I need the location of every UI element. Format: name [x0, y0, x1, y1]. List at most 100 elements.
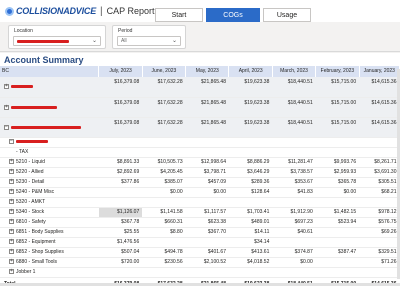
cell-value: $623.38 [185, 217, 229, 228]
cell-value: $576.75 [359, 217, 400, 228]
tab-start[interactable]: Start [155, 8, 203, 22]
location-row: − $16,379.08 $17,632.28 $21,865.48 $19,6… [0, 117, 400, 138]
expand-icon[interactable]: + [9, 258, 14, 264]
cell-value: $16,379.08 [98, 77, 143, 98]
expand-icon[interactable]: + [9, 228, 14, 234]
matrix-header-row: BC July, 2023 June, 2023 May, 2023 April… [0, 66, 400, 77]
expand-icon[interactable]: + [9, 268, 14, 274]
cell-value-hover[interactable]: $1,126.07 [98, 207, 143, 218]
column-header-month[interactable]: March, 2023 [272, 66, 317, 77]
cell-value [359, 267, 400, 278]
jobber-row: + Jobber 1 [0, 267, 400, 278]
column-header-month[interactable]: April, 2023 [228, 66, 273, 77]
cell-value: $978.12 [359, 207, 400, 218]
column-header-month[interactable]: June, 2023 [142, 66, 187, 77]
location-dropdown[interactable]: ⌄ [13, 36, 101, 46]
column-header-month[interactable]: February, 2023 [315, 66, 360, 77]
cell-value: $1,476.56 [98, 237, 143, 248]
expand-icon[interactable]: + [9, 218, 14, 224]
cell-value [98, 197, 143, 208]
cell-value: $365.78 [315, 177, 360, 188]
cell-value: $4,018.52 [228, 257, 273, 268]
row-label: + [0, 77, 99, 98]
cell-value: $16,379.08 [98, 117, 143, 138]
expand-icon[interactable]: + [9, 238, 14, 244]
cell-value: $720.00 [98, 257, 143, 268]
cell-value: $507.04 [98, 247, 143, 258]
cell-value: $9,993.76 [315, 157, 360, 168]
expand-icon[interactable]: + [9, 178, 14, 184]
account-summary-panel: Account Summary BC July, 2023 June, 2023… [0, 53, 400, 286]
cell-value: $374.87 [272, 247, 316, 258]
cell-value [142, 237, 186, 248]
account-row: +5240 - P&M Misc $0.00 $0.00 $128.64 $41.83 $… [0, 187, 400, 198]
cell-value: $387.47 [315, 247, 360, 258]
cell-value: $289.36 [228, 177, 273, 188]
cell-value [315, 257, 360, 268]
cell-value: $14.11 [228, 227, 273, 238]
column-header-bc[interactable]: BC [0, 66, 100, 77]
cell-value [228, 197, 273, 208]
cell-value: $401.67 [185, 247, 229, 258]
cell-value [228, 267, 273, 278]
collapse-icon[interactable]: − [4, 124, 9, 130]
cell-value: $1,117.57 [185, 207, 229, 218]
logo-icon [5, 6, 14, 16]
cell-value: $8,891.33 [98, 157, 143, 168]
column-header-month[interactable]: July, 2023 [98, 66, 143, 77]
location-row: + $16,379.08 $17,632.28 $21,865.48 $19,6… [0, 97, 400, 118]
column-header-month[interactable]: January, 2023 [359, 66, 400, 77]
expand-icon[interactable]: + [9, 188, 14, 194]
cell-value: $3,691.30 [359, 167, 400, 178]
collapse-icon[interactable]: − [9, 138, 14, 144]
row-label: − [0, 137, 99, 148]
expand-icon[interactable]: + [9, 198, 14, 204]
column-header-month[interactable]: May, 2023 [185, 66, 230, 77]
report-title: CAP Report [106, 6, 155, 16]
cell-value: $68.21 [359, 187, 400, 198]
cell-value [185, 137, 229, 148]
tab-usage[interactable]: Usage [263, 8, 311, 22]
expand-icon[interactable]: + [9, 168, 14, 174]
cell-value [315, 147, 360, 158]
cell-value [359, 237, 400, 248]
period-dropdown[interactable]: All ⌄ [117, 36, 181, 46]
cell-value: $128.64 [228, 187, 273, 198]
cell-value: $494.78 [142, 247, 186, 258]
cell-value: $523.94 [315, 217, 360, 228]
cell-value: $0.00 [185, 187, 229, 198]
cell-value [315, 237, 360, 248]
cell-value: $15,715.00 [315, 117, 360, 138]
cell-value [315, 227, 360, 238]
expand-icon[interactable]: + [9, 248, 14, 254]
expand-icon[interactable]: + [9, 208, 14, 214]
cell-value: $367.78 [98, 217, 143, 228]
cell-value [98, 267, 143, 278]
cell-value: $19,623.38 [228, 77, 273, 98]
logo-text: COLLISIONADVICE [16, 6, 97, 16]
cell-value: $15,715.00 [315, 97, 360, 118]
sublocation-row: − [0, 137, 400, 148]
account-name: +5230 - Detail [0, 177, 99, 188]
chevron-down-icon: ⌄ [171, 38, 177, 44]
expand-icon[interactable]: + [4, 84, 9, 90]
account-row: +5230 - Detail $377.86 $385.07 $457.09 $289.… [0, 177, 400, 188]
account-name: +5340 - Stock [0, 207, 99, 218]
redacted-label [11, 125, 81, 129]
cell-value [272, 137, 316, 148]
account-name: +5320 - AMKT [0, 197, 99, 208]
cell-value [315, 197, 360, 208]
cell-value: $1,141.58 [142, 207, 186, 218]
cell-value: $11,281.47 [272, 157, 316, 168]
expand-icon[interactable]: + [4, 104, 9, 110]
cell-value: $230.56 [142, 257, 186, 268]
cell-value [272, 267, 316, 278]
cell-value [98, 137, 143, 148]
cell-value: $1,912.90 [272, 207, 316, 218]
expand-icon[interactable]: + [9, 158, 14, 164]
cell-value: $2,100.52 [185, 257, 229, 268]
tab-cogs-summary[interactable]: COGs Summary [206, 8, 260, 33]
cell-value: $34.14 [228, 237, 273, 248]
cell-value: $697.23 [272, 217, 316, 228]
account-row: +5340 - Stock $1,126.07 $1,141.58 $1,117.57… [0, 207, 400, 218]
